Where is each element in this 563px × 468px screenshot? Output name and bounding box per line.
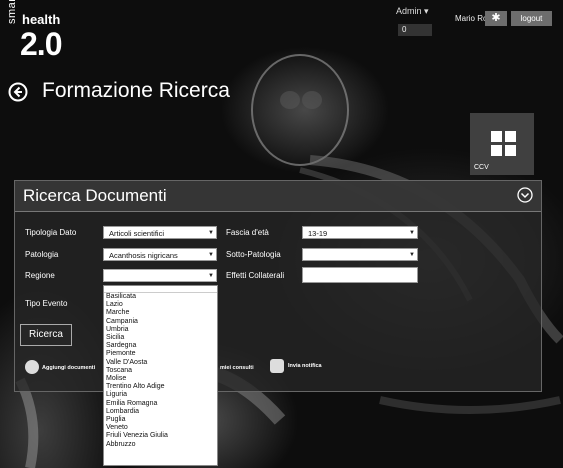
sotto-patologia-label: Sotto-Patologia: [226, 250, 281, 259]
tipologia-dato-select[interactable]: Articoli scientifici ▼: [103, 226, 217, 239]
my-consults-link[interactable]: miei consulti: [220, 365, 254, 371]
sotto-patologia-select[interactable]: ▼: [302, 248, 418, 261]
back-arrow-icon[interactable]: [8, 82, 28, 102]
regione-option[interactable]: Emilia Romagna: [104, 400, 217, 408]
tipologia-dato-value: Articoli scientifici: [109, 229, 165, 238]
admin-menu[interactable]: Admin ▾: [396, 6, 429, 17]
dropdown-arrow-icon: ▼: [409, 230, 415, 236]
patologia-label: Patologia: [25, 250, 59, 259]
add-document-link[interactable]: Aggiungi documenti: [42, 365, 95, 371]
regione-label: Regione: [25, 271, 55, 280]
logo-smart-text: smart: [6, 0, 18, 24]
settings-star-button[interactable]: ✱: [485, 11, 507, 26]
regione-option[interactable]: Molise: [104, 375, 217, 383]
ccv-tile-label: CCV: [474, 164, 489, 171]
dropdown-empty-option[interactable]: [104, 286, 217, 293]
collapse-chevron-icon[interactable]: [517, 187, 533, 203]
add-document-icon[interactable]: [25, 360, 39, 374]
fascia-eta-value: 13-19: [308, 229, 328, 238]
patologia-select[interactable]: Acanthosis nigricans ▼: [103, 248, 217, 261]
tipologia-dato-label: Tipologia Dato: [25, 228, 77, 237]
regione-option[interactable]: Veneto: [104, 424, 217, 432]
logo-version-text: 2.0: [20, 26, 62, 62]
dropdown-arrow-icon: ▼: [208, 230, 214, 236]
regione-option[interactable]: Valle D'Aosta: [104, 359, 217, 367]
regione-option[interactable]: Piemonte: [104, 350, 217, 358]
regione-dropdown-list[interactable]: Basilicata Lazio Marche Campania Umbria Sicil…: [103, 285, 218, 466]
logout-button[interactable]: logout: [511, 11, 552, 26]
send-notification-link[interactable]: Invia notifica: [288, 363, 322, 369]
star-icon: ✱: [491, 12, 501, 24]
grid-icon: [491, 131, 517, 157]
patologia-value: Acanthosis nigricans: [109, 251, 178, 260]
dropdown-arrow-icon: ▼: [208, 252, 214, 258]
send-notification-icon[interactable]: [270, 359, 284, 373]
admin-notification-count[interactable]: 0: [398, 24, 432, 36]
regione-option[interactable]: Marche: [104, 309, 217, 317]
regione-option[interactable]: Abbruzzo: [104, 441, 217, 449]
effetti-collaterali-input[interactable]: [302, 267, 418, 283]
regione-select[interactable]: ▼: [103, 269, 217, 282]
fascia-eta-label: Fascia d'età: [226, 228, 269, 237]
regione-option[interactable]: Campania: [104, 318, 217, 326]
regione-option[interactable]: Trentino Alto Adige: [104, 383, 217, 391]
page-title: Formazione Ricerca: [42, 79, 230, 102]
regione-option[interactable]: Puglia: [104, 416, 217, 424]
fascia-eta-select[interactable]: 13-19 ▼: [302, 226, 418, 239]
logo-health-text: health: [22, 12, 61, 27]
regione-option[interactable]: Friuli Venezia Giulia: [104, 432, 217, 440]
regione-option[interactable]: Toscana: [104, 367, 217, 375]
panel-title: Ricerca Documenti: [23, 186, 167, 205]
regione-option[interactable]: Lombardia: [104, 408, 217, 416]
panel-header: Ricerca Documenti: [15, 181, 541, 212]
regione-option[interactable]: Basilicata: [104, 293, 217, 301]
ccv-tile-button[interactable]: CCV: [470, 113, 534, 175]
regione-option[interactable]: Sardegna: [104, 342, 217, 350]
tipo-evento-label: Tipo Evento: [25, 299, 68, 308]
search-button[interactable]: Ricerca: [20, 324, 72, 346]
regione-option[interactable]: Umbria: [104, 326, 217, 334]
dropdown-arrow-icon: ▼: [208, 273, 214, 279]
effetti-collaterali-label: Effetti Collaterali: [226, 271, 285, 280]
regione-option[interactable]: Lazio: [104, 301, 217, 309]
regione-option[interactable]: Liguria: [104, 391, 217, 399]
dropdown-arrow-icon: ▼: [409, 252, 415, 258]
regione-option[interactable]: Sicilia: [104, 334, 217, 342]
